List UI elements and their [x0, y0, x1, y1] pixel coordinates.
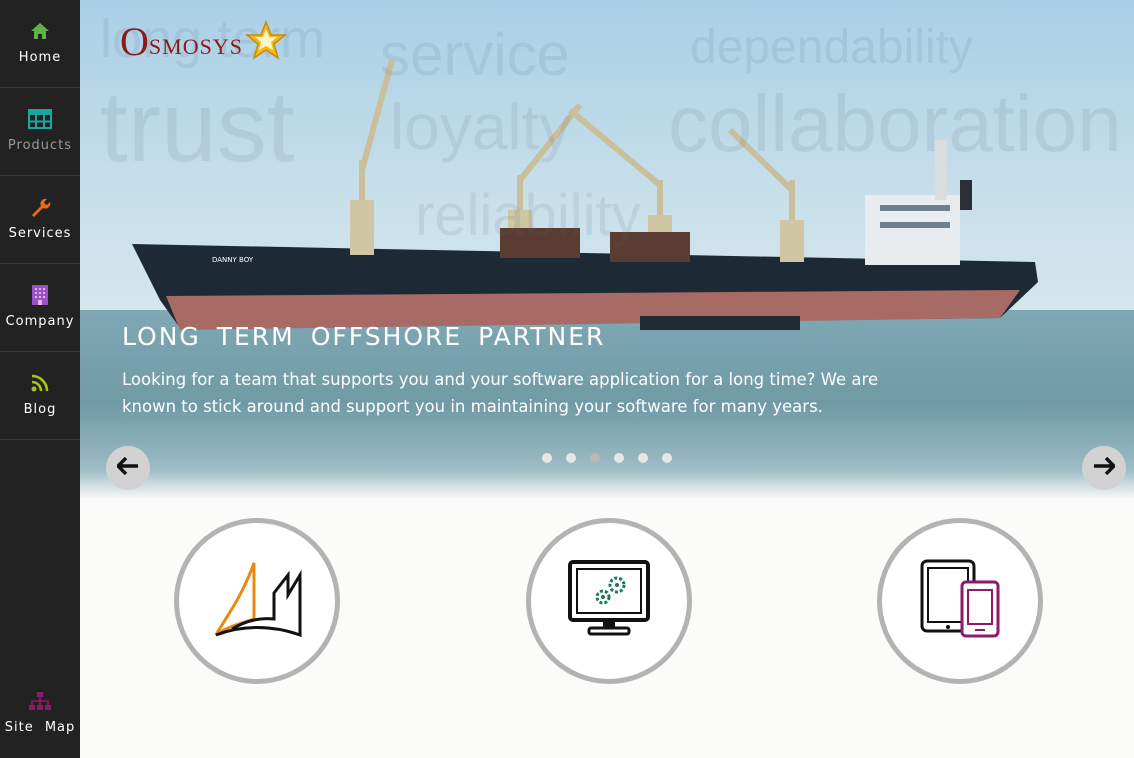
sidebar-item-label: Company — [5, 314, 75, 329]
sidebar-item-home[interactable]: Home — [0, 0, 80, 88]
prev-slide-button[interactable] — [106, 446, 150, 490]
sidebar-item-label: Products — [7, 138, 73, 153]
sitemap-icon — [28, 690, 52, 712]
sidebar-item-company[interactable]: Company — [0, 264, 80, 352]
arrow-left-icon — [116, 456, 139, 481]
sidebar-item-services[interactable]: Services — [0, 176, 80, 264]
tablet-phone-icon — [919, 558, 1001, 644]
slide-dot-5[interactable] — [638, 453, 648, 463]
next-slide-button[interactable] — [1082, 446, 1126, 490]
ship-name: DANNY BOY — [212, 256, 254, 264]
watermark-word: collaboration — [668, 79, 1122, 168]
star-icon — [244, 19, 288, 64]
building-icon — [31, 284, 49, 306]
sidebar-item-sitemap[interactable]: Site Map — [0, 688, 80, 748]
slide-indicators — [542, 453, 672, 463]
home-icon — [30, 20, 50, 42]
monitor-gears-icon — [567, 559, 651, 643]
logo-initial: O — [120, 19, 149, 64]
feature-dynamics[interactable] — [174, 518, 340, 684]
slide-dot-6[interactable] — [662, 453, 672, 463]
sidebar-item-products[interactable]: Products — [0, 88, 80, 176]
feature-software[interactable] — [526, 518, 692, 684]
watermark-word: service — [380, 21, 571, 88]
watermark-word: dependability — [690, 21, 973, 74]
sidebar-item-label: Home — [18, 50, 62, 65]
watermark-word: reliability — [415, 183, 641, 248]
feature-mobile[interactable] — [877, 518, 1043, 684]
sidebar-item-label: Site Map — [4, 720, 76, 735]
osmosys-logo[interactable]: O SMOSYS — [120, 19, 288, 64]
sidebar-nav: Home Products Services Company Blog Site… — [0, 0, 80, 758]
watermark-word: loyalty — [390, 91, 572, 163]
hero-title: LONG TERM OFFSHORE PARTNER — [122, 322, 606, 351]
hero-slider: DANNY BOY long term service dependabilit… — [80, 0, 1134, 498]
rss-icon — [31, 372, 49, 394]
sidebar-item-label: Blog — [23, 402, 57, 417]
watermark-word: trust — [100, 71, 295, 183]
slide-dot-2[interactable] — [566, 453, 576, 463]
logo-wordmark: SMOSYS — [148, 34, 243, 59]
wrench-icon — [29, 196, 51, 218]
sidebar-item-blog[interactable]: Blog — [0, 352, 80, 440]
slide-dot-3[interactable] — [590, 453, 600, 463]
dynamics-logo-icon — [212, 557, 302, 645]
sidebar-item-label: Services — [8, 226, 72, 241]
slide-dot-4[interactable] — [614, 453, 624, 463]
grid-icon — [28, 108, 52, 130]
hero-description: Looking for a team that supports you and… — [122, 370, 879, 416]
slide-dot-1[interactable] — [542, 453, 552, 463]
arrow-right-icon — [1093, 456, 1116, 481]
